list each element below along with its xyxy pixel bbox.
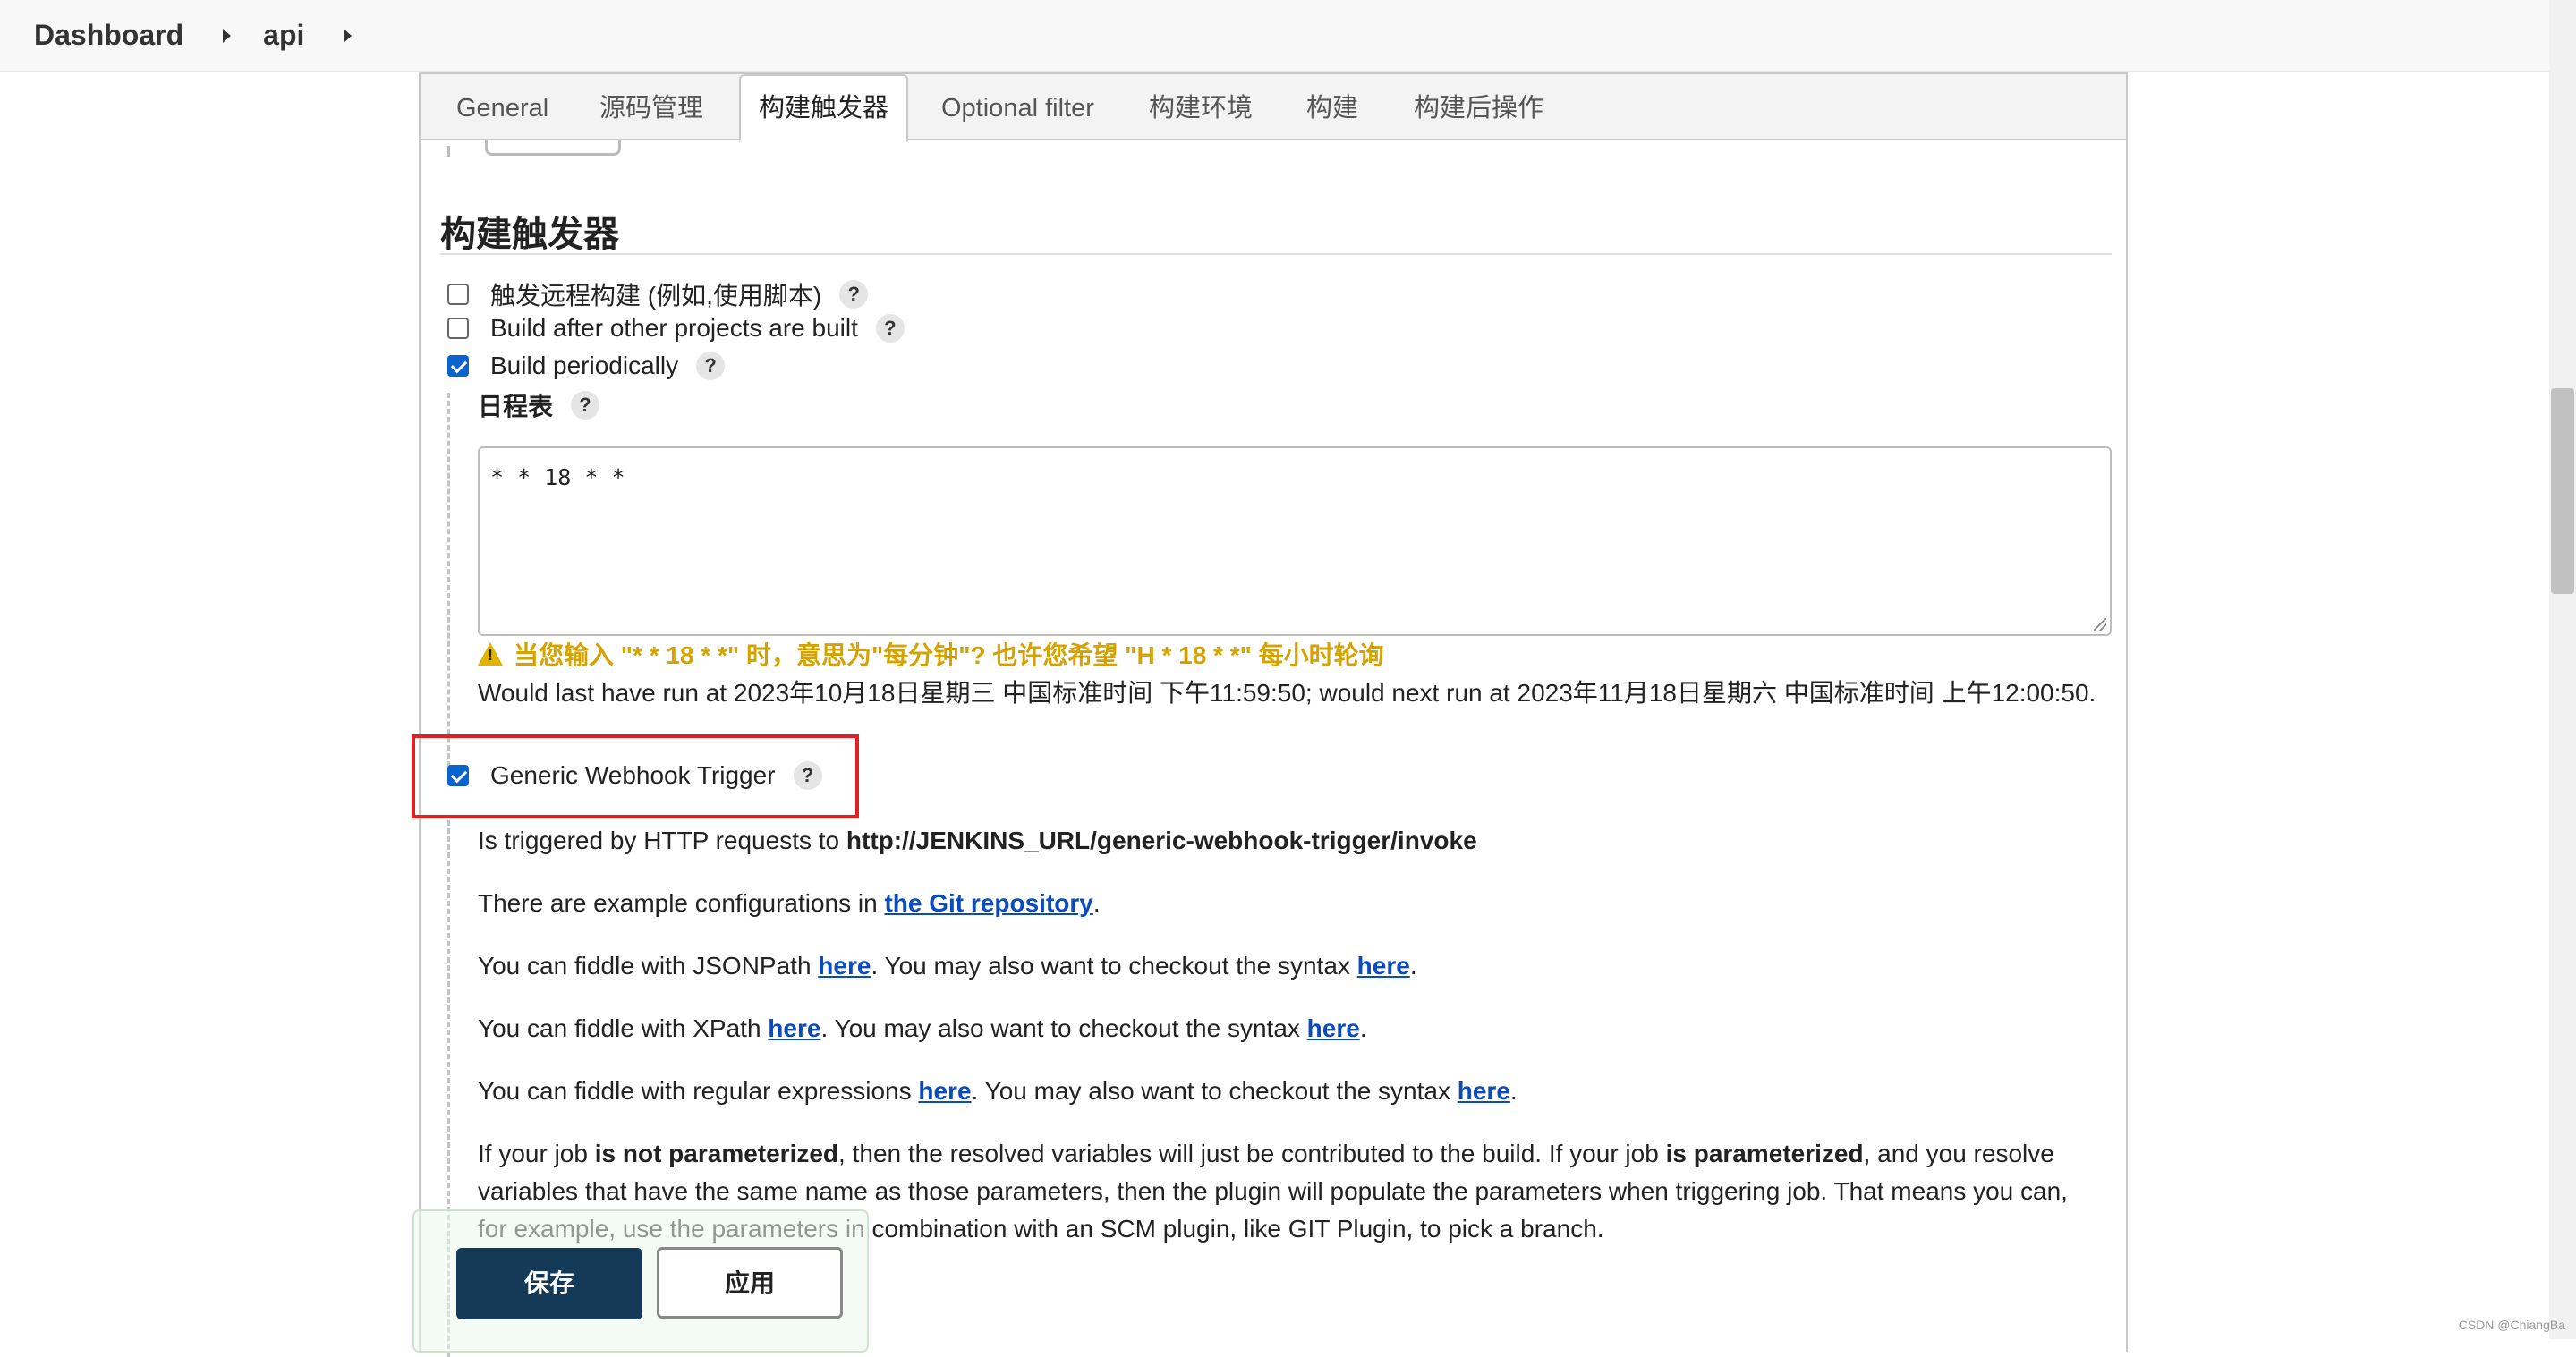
trigger-periodically-checkbox[interactable] — [447, 355, 469, 377]
webhook-desc-url: Is triggered by HTTP requests to http://… — [478, 822, 2097, 860]
desc-text: . — [1409, 952, 1417, 980]
trigger-after-other-label: Build after other projects are built — [490, 314, 858, 342]
trigger-generic-webhook-checkbox[interactable] — [447, 765, 469, 786]
desc-text: You can fiddle with regular expressions — [478, 1077, 919, 1105]
warning-text: 当您输入 "* * 18 * *" 时，意思为"每分钟"? 也许您希望 "H *… — [514, 641, 1384, 669]
divider — [440, 253, 2112, 255]
scrollbar-thumb[interactable] — [2551, 388, 2574, 594]
webhook-desc-examples: There are example configurations in the … — [478, 885, 2097, 922]
webhook-desc-regex: You can fiddle with regular expressions … — [478, 1073, 2097, 1110]
apply-button[interactable]: 应用 — [657, 1247, 843, 1319]
previous-section-button[interactable] — [485, 140, 621, 156]
page-scrollbar[interactable] — [2549, 0, 2576, 1339]
help-icon[interactable]: ? — [571, 391, 600, 420]
help-icon[interactable]: ? — [793, 761, 822, 790]
jsonpath-fiddle-link[interactable]: here — [818, 952, 871, 980]
desc-text: . You may also want to checkout the synt… — [871, 952, 1357, 980]
trigger-periodically-label: Build periodically — [490, 352, 679, 379]
schedule-warning: 当您输入 "* * 18 * *" 时，意思为"每分钟"? 也许您希望 "H *… — [478, 636, 1384, 672]
tab-build[interactable]: 构建 — [1306, 74, 1358, 142]
tab-general[interactable]: General — [456, 74, 548, 142]
desc-text: You can fiddle with XPath — [478, 1014, 769, 1042]
breadcrumb-api[interactable]: api — [263, 19, 304, 52]
desc-text: . You may also want to checkout the synt… — [820, 1014, 1307, 1042]
save-button[interactable]: 保存 — [456, 1248, 642, 1319]
schedule-label-text: 日程表 — [478, 393, 554, 420]
trigger-remote[interactable]: 触发远程构建 (例如,使用脚本) ? — [447, 276, 869, 312]
trigger-remote-checkbox[interactable] — [447, 284, 469, 305]
trigger-periodically[interactable]: Build periodically ? — [447, 352, 726, 380]
divider — [447, 393, 450, 783]
tab-optional-filter[interactable]: Optional filter — [941, 74, 1094, 142]
warning-icon — [478, 642, 503, 666]
trigger-remote-label: 触发远程构建 (例如,使用脚本) — [490, 282, 822, 310]
resize-handle-icon[interactable] — [2094, 618, 2106, 631]
regex-fiddle-link[interactable]: here — [918, 1077, 971, 1105]
jsonpath-syntax-link[interactable]: here — [1357, 952, 1410, 980]
help-icon[interactable]: ? — [875, 314, 905, 343]
tab-bar: General 源码管理 构建触发器 Optional filter 构建环境 … — [421, 72, 2126, 142]
trigger-generic-webhook-label: Generic Webhook Trigger — [490, 761, 776, 789]
webhook-desc-xpath: You can fiddle with XPath here. You may … — [478, 1010, 2097, 1047]
chevron-right-icon[interactable] — [223, 28, 232, 43]
git-repository-link[interactable]: the Git repository — [884, 889, 1092, 917]
desc-text: You can fiddle with JSONPath — [478, 952, 819, 980]
tab-build-environment[interactable]: 构建环境 — [1149, 74, 1253, 142]
desc-bold: is parameterized — [1665, 1140, 1864, 1167]
desc-text: . — [1359, 1014, 1367, 1042]
xpath-fiddle-link[interactable]: here — [768, 1014, 820, 1042]
schedule-next-run: Would last have run at 2023年10月18日星期三 中国… — [478, 679, 2096, 707]
help-icon[interactable]: ? — [839, 280, 869, 309]
xpath-syntax-link[interactable]: here — [1307, 1014, 1360, 1042]
breadcrumb-dashboard[interactable]: Dashboard — [34, 19, 183, 52]
desc-text: , then the resolved variables will just … — [838, 1140, 1666, 1167]
trigger-after-other-checkbox[interactable] — [447, 318, 469, 339]
desc-text: There are example configurations in — [478, 889, 885, 917]
trigger-after-other[interactable]: Build after other projects are built ? — [447, 314, 905, 343]
webhook-url: http://JENKINS_URL/generic-webhook-trigg… — [846, 827, 1477, 854]
desc-text: . — [1509, 1077, 1518, 1105]
chevron-right-icon[interactable] — [344, 28, 353, 43]
divider — [447, 146, 453, 157]
schedule-textarea[interactable]: * * 18 * * — [478, 446, 2112, 636]
help-icon[interactable]: ? — [696, 352, 726, 380]
tab-build-triggers[interactable]: 构建触发器 — [739, 74, 909, 142]
config-panel: General 源码管理 构建触发器 Optional filter 构建环境 … — [412, 72, 2128, 1357]
tab-post-build[interactable]: 构建后操作 — [1414, 74, 1543, 142]
desc-bold: is not parameterized — [594, 1140, 839, 1167]
tab-scm[interactable]: 源码管理 — [599, 74, 703, 142]
section-title: 构建触发器 — [440, 215, 619, 254]
desc-text: If your job — [478, 1140, 595, 1167]
breadcrumb: Dashboard api — [0, 0, 2550, 72]
regex-syntax-link[interactable]: here — [1458, 1077, 1510, 1105]
desc-text: Is triggered by HTTP requests to — [478, 827, 846, 854]
desc-text: . You may also want to checkout the synt… — [971, 1077, 1458, 1105]
trigger-generic-webhook[interactable]: Generic Webhook Trigger ? — [447, 761, 822, 790]
watermark: CSDN @ChiangBa — [2458, 1318, 2565, 1332]
schedule-label: 日程表 ? — [478, 387, 600, 423]
desc-text: . — [1092, 889, 1101, 917]
webhook-desc-jsonpath: You can fiddle with JSONPath here. You m… — [478, 947, 2097, 985]
